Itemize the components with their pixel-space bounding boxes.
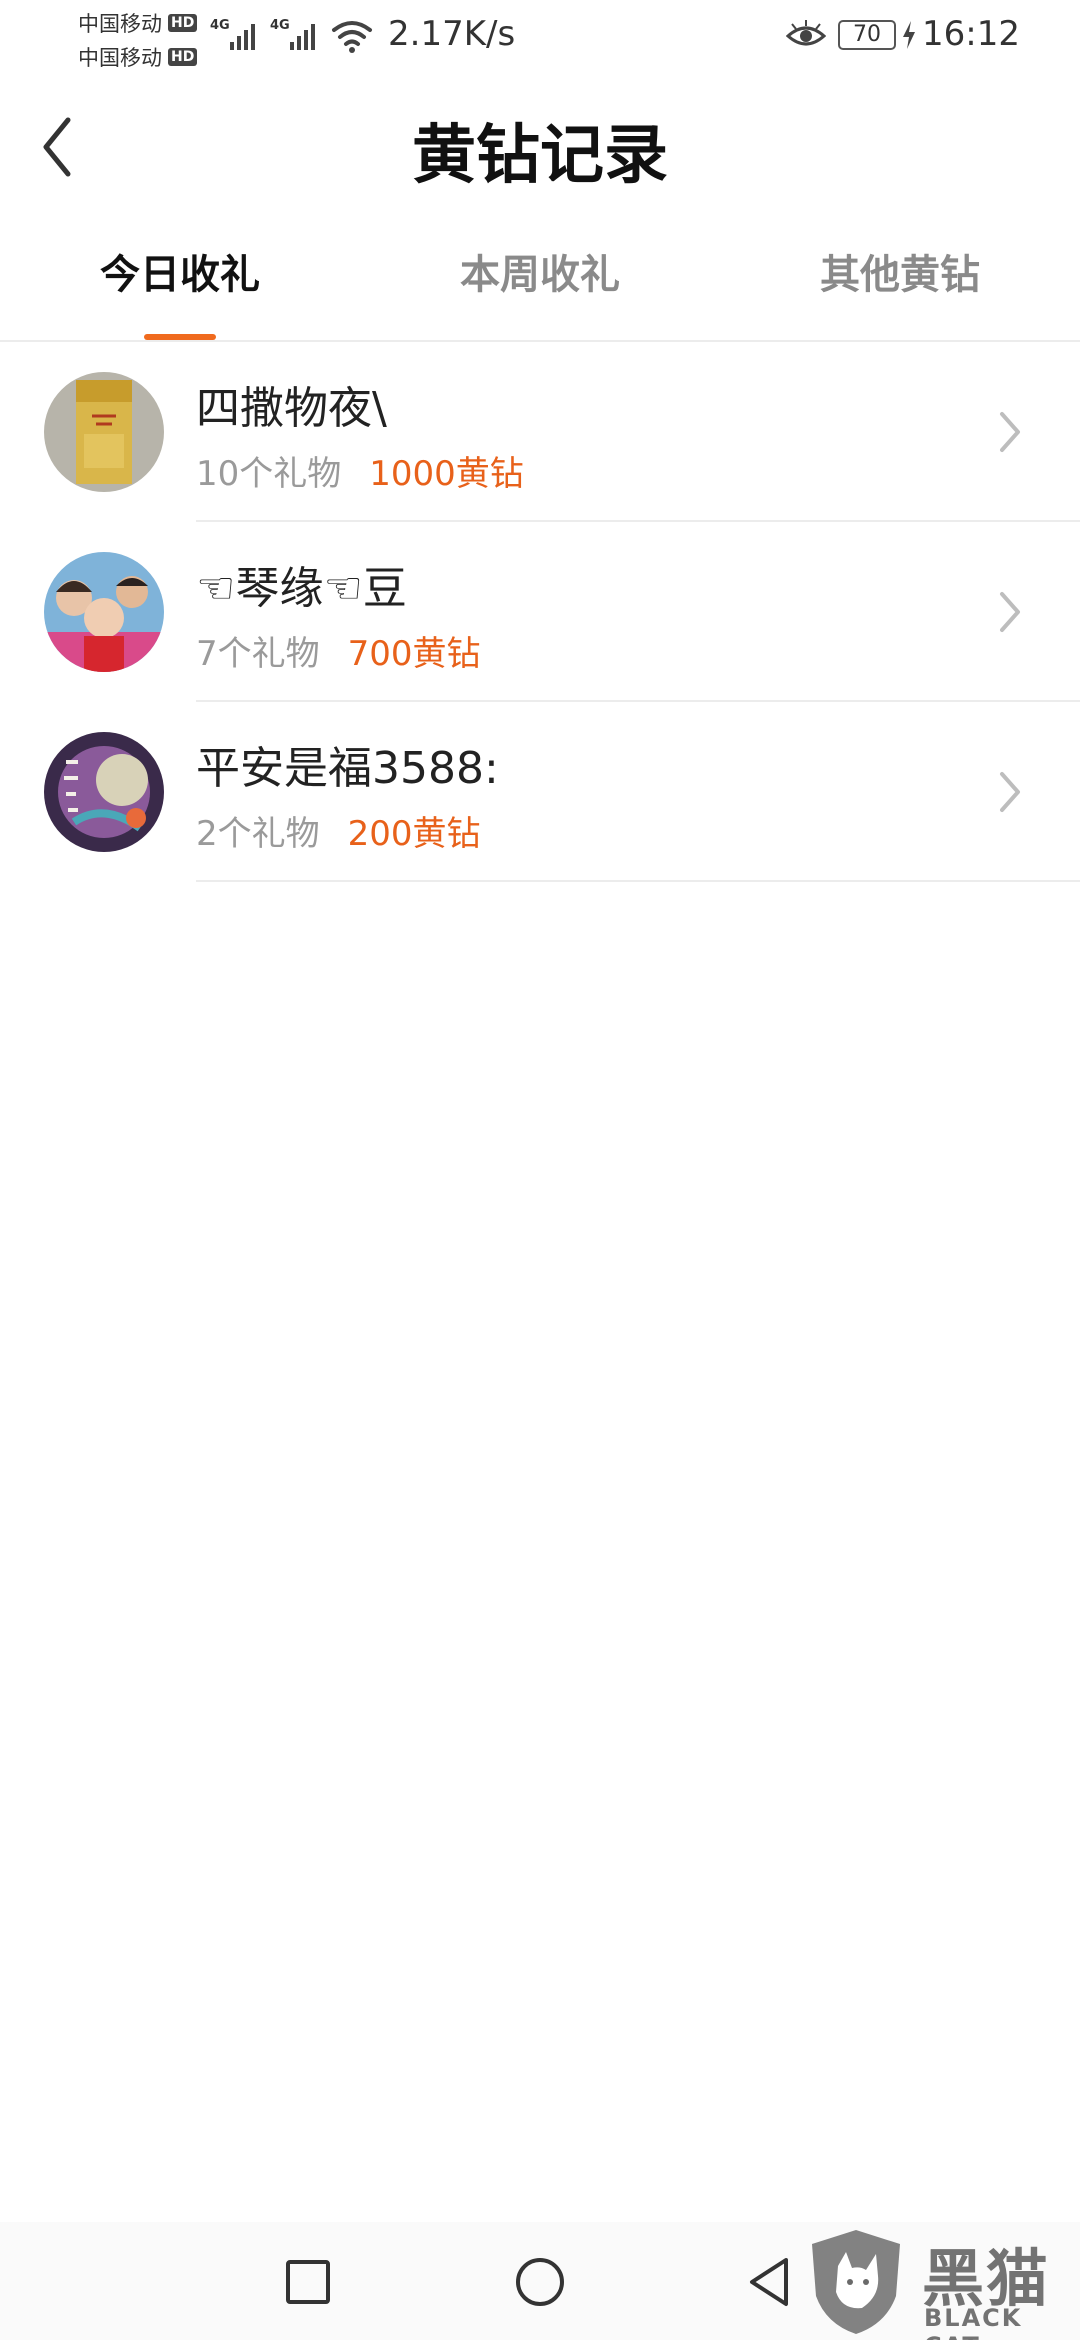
tab-today-gifts[interactable]: 今日收礼 <box>0 240 360 340</box>
avatar <box>44 732 164 852</box>
watermark-subtitle: BLACK CAT <box>924 2304 1023 2340</box>
signal-1-icon: 4G <box>210 18 270 52</box>
tab-other-diamonds[interactable]: 其他黄钻 <box>720 240 1080 340</box>
hd-badge-1: HD <box>168 14 198 32</box>
avatar <box>44 552 164 672</box>
cat-shield-logo-icon <box>812 2230 900 2334</box>
carrier-name-2: 中国移动 <box>78 46 162 70</box>
hd-badge-2: HD <box>168 48 198 66</box>
signal-2-icon: 4G <box>270 18 330 52</box>
diamond-amount: 200黄钻 <box>347 814 481 854</box>
carrier-line-2: 中国移动 HD <box>78 40 208 74</box>
avatar <box>44 372 164 492</box>
page-title: 黄钻记录 <box>412 119 668 193</box>
gift-count: 2个礼物 <box>196 814 320 854</box>
watermark: 黑猫 BLACK CAT <box>806 2222 1080 2340</box>
sender-name: 平安是福3588: <box>196 743 499 794</box>
eye-icon <box>786 20 826 46</box>
sender-name: 四撒物夜\ <box>196 383 387 434</box>
divider <box>196 880 1080 882</box>
chevron-right-icon <box>1000 592 1020 632</box>
list-item[interactable]: 平安是福3588: 2个礼物 200黄钻 <box>0 702 1080 882</box>
wifi-icon <box>332 21 372 53</box>
sender-name: ☜琴缘☜豆 <box>196 563 407 614</box>
tab-week-gifts[interactable]: 本周收礼 <box>360 240 720 340</box>
gift-count: 10个礼物 <box>196 454 342 494</box>
list-item[interactable]: 四撒物夜\ 10个礼物 1000黄钻 <box>0 342 1080 522</box>
carrier-line-1: 中国移动 HD <box>78 6 208 40</box>
carrier-info: 中国移动 HD 中国移动 HD <box>78 6 208 74</box>
app-screen: 中国移动 HD 中国移动 HD 4G 4G 2.17K/s 70 16:12 黄… <box>0 0 1080 2340</box>
home-icon[interactable] <box>510 2252 570 2312</box>
chevron-right-icon <box>1000 772 1020 812</box>
list-item[interactable]: ☜琴缘☜豆 7个礼物 700黄钻 <box>0 522 1080 702</box>
diamond-amount: 1000黄钻 <box>369 454 524 494</box>
net-speed: 2.17K/s <box>388 14 516 54</box>
gift-summary: 2个礼物 200黄钻 <box>196 806 481 855</box>
carrier-name-1: 中国移动 <box>78 12 162 36</box>
battery-indicator: 70 <box>838 20 896 50</box>
record-list: 四撒物夜\ 10个礼物 1000黄钻 ☜琴缘☜豆 7个礼物 700黄钻 平安是福… <box>0 342 1080 882</box>
recent-apps-icon[interactable] <box>278 2252 338 2312</box>
gift-count: 7个礼物 <box>196 634 320 674</box>
back-triangle-icon[interactable] <box>740 2252 800 2312</box>
tab-bar: 今日收礼 本周收礼 其他黄钻 <box>0 240 1080 340</box>
charging-bolt-icon <box>903 21 915 49</box>
clock: 16:12 <box>922 14 1020 54</box>
chevron-right-icon <box>1000 412 1020 452</box>
diamond-amount: 700黄钻 <box>347 634 481 674</box>
gift-summary: 7个礼物 700黄钻 <box>196 626 481 675</box>
gift-summary: 10个礼物 1000黄钻 <box>196 446 524 495</box>
status-bar: 中国移动 HD 中国移动 HD 4G 4G 2.17K/s 70 16:12 <box>0 0 1080 80</box>
